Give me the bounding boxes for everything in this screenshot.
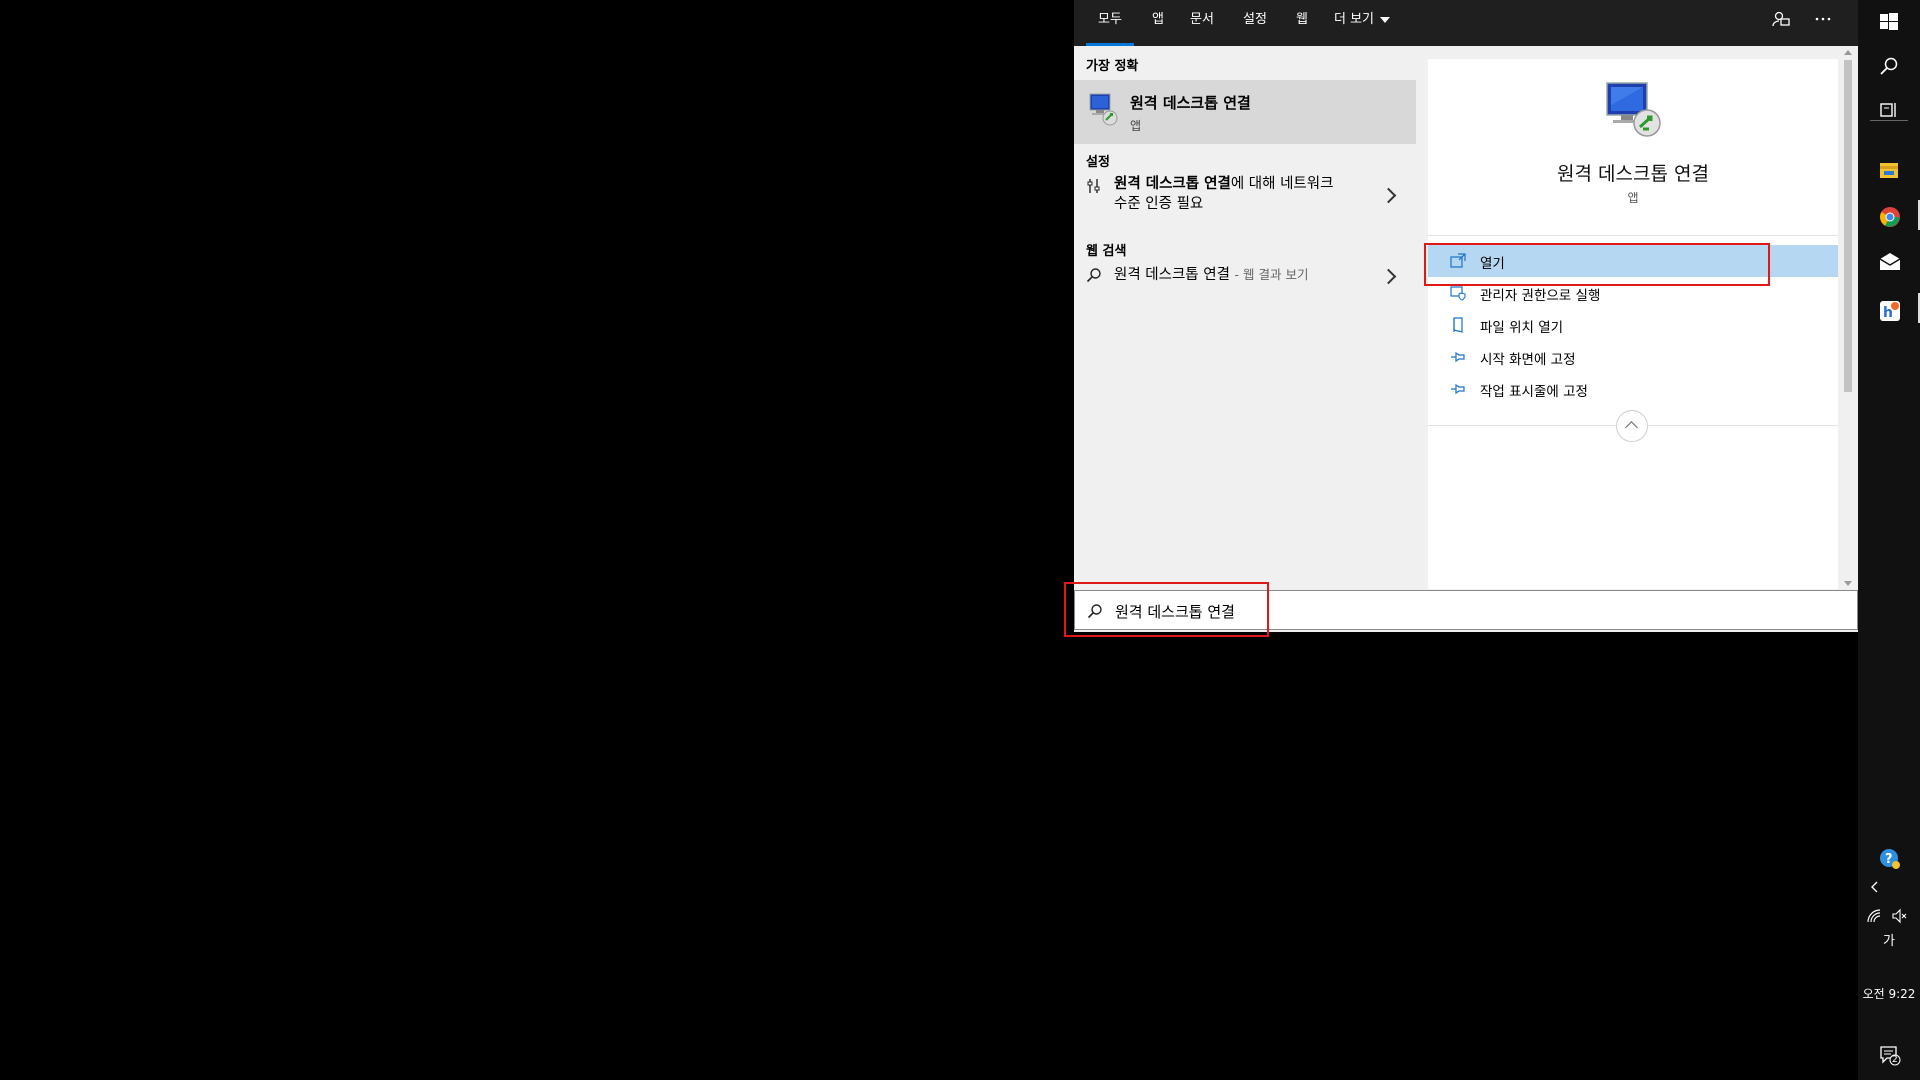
results-scrollbar[interactable] xyxy=(1838,46,1858,588)
mail-icon xyxy=(1879,253,1901,270)
settings-result-line2: 수준 인증 필요 xyxy=(1114,196,1204,212)
taskbar-hancom[interactable]: h xyxy=(1858,288,1920,332)
tab-more-label: 더 보기 xyxy=(1334,12,1375,27)
settings-result-rest: 에 대해 네트워크 xyxy=(1230,176,1334,192)
search-tabs: 모두 앱 문서 설정 웹 더 보기 xyxy=(1074,0,1858,46)
action-pin-to-taskbar-label: 작업 표시줄에 고정 xyxy=(1480,384,1588,400)
search-input[interactable] xyxy=(1113,597,1717,625)
collapse-button[interactable] xyxy=(1616,410,1648,442)
taskbar-mail[interactable] xyxy=(1858,240,1920,284)
tab-all[interactable]: 모두 xyxy=(1086,0,1134,46)
tab-web[interactable]: 웹 xyxy=(1296,0,1308,46)
taskbar-file-explorer[interactable] xyxy=(1858,148,1920,192)
search-icon xyxy=(1087,604,1102,619)
run-as-admin-icon xyxy=(1450,286,1466,301)
action-pin-to-start[interactable]: 시작 화면에 고정 xyxy=(1428,341,1838,373)
clock[interactable]: 오전 9:22 xyxy=(1858,985,1920,1002)
settings-result-item[interactable]: 원격 데스크톱 연결에 대해 네트워크 수준 인증 필요 xyxy=(1074,174,1416,218)
preview-app-type: 앱 xyxy=(1627,191,1639,205)
action-open[interactable]: 열기 xyxy=(1428,245,1838,277)
best-match-name: 원격 데스크톱 연결 xyxy=(1130,94,1251,112)
pin-icon xyxy=(1451,351,1465,363)
settings-result-label: 원격 데스크톱 연결에 대해 네트워크 수준 인증 필요 xyxy=(1114,174,1333,214)
more-options-icon[interactable] xyxy=(1812,10,1834,32)
action-open-file-location[interactable]: 파일 위치 열기 xyxy=(1428,309,1838,341)
caret-down-icon xyxy=(1380,16,1391,23)
taskbar-search-button[interactable] xyxy=(1858,44,1920,88)
file-location-icon xyxy=(1453,317,1463,333)
ime-indicator[interactable]: 가 xyxy=(1858,930,1920,949)
chevron-right-icon xyxy=(1380,187,1397,204)
preview-pane: 원격 데스크톱 연결 앱 열기 관리자 권한으로 실행 파일 위치 열기 시작 … xyxy=(1428,59,1838,589)
preview-app-name: 원격 데스크톱 연결 xyxy=(1557,163,1709,185)
volume-muted-icon xyxy=(1892,908,1907,924)
tab-apps[interactable]: 앱 xyxy=(1152,0,1164,46)
start-button[interactable] xyxy=(1858,0,1920,44)
settings-result-bold: 원격 데스크톱 연결 xyxy=(1114,176,1231,192)
web-result-item[interactable]: 원격 데스크톱 연결 - 웹 결과 보기 xyxy=(1074,262,1416,290)
web-result-suffix: - 웹 결과 보기 xyxy=(1234,267,1309,282)
web-result-query: 원격 데스크톱 연결 xyxy=(1114,267,1230,283)
settings-sliders-icon xyxy=(1087,179,1100,193)
settings-heading: 설정 xyxy=(1086,155,1110,170)
chevron-left-icon xyxy=(1871,881,1878,893)
windows-start-icon xyxy=(1880,13,1898,30)
action-open-label: 열기 xyxy=(1480,256,1505,272)
tab-more[interactable]: 더 보기 xyxy=(1334,0,1391,46)
feedback-icon[interactable] xyxy=(1770,10,1792,32)
web-search-heading: 웹 검색 xyxy=(1086,244,1127,259)
taskbar: h ? 가 오전 9:22 2 xyxy=(1858,0,1920,1080)
results-list: 가장 정확 원격 데스크톱 연결 앱 설정 원격 데스크톱 연결에 대해 네트워… xyxy=(1074,46,1416,588)
chrome-icon xyxy=(1880,207,1900,227)
scroll-up-icon[interactable] xyxy=(1844,50,1852,55)
action-run-as-admin-label: 관리자 권한으로 실행 xyxy=(1480,288,1601,304)
scrollbar-thumb[interactable] xyxy=(1844,60,1852,392)
preview-divider xyxy=(1428,235,1838,236)
best-match-item[interactable]: 원격 데스크톱 연결 앱 xyxy=(1074,80,1416,144)
action-pin-to-taskbar[interactable]: 작업 표시줄에 고정 xyxy=(1428,373,1838,405)
action-center-button[interactable]: 2 xyxy=(1858,1032,1920,1076)
search-flyout: 모두 앱 문서 설정 웹 더 보기 가장 정확 원격 데스크톱 연결 앱 설정 … xyxy=(1074,0,1858,632)
file-explorer-icon xyxy=(1880,163,1898,178)
pin-icon xyxy=(1451,383,1465,395)
tab-documents[interactable]: 문서 xyxy=(1190,0,1214,46)
web-result-label: 원격 데스크톱 연결 - 웹 결과 보기 xyxy=(1114,265,1308,285)
remote-desktop-icon xyxy=(1606,82,1661,137)
best-match-type: 앱 xyxy=(1130,119,1142,133)
search-icon xyxy=(1880,57,1898,75)
task-view-button[interactable] xyxy=(1858,88,1920,132)
scroll-down-icon[interactable] xyxy=(1844,581,1852,586)
taskbar-separator xyxy=(1870,120,1908,121)
tab-settings[interactable]: 설정 xyxy=(1243,0,1267,46)
hancom-icon: h xyxy=(1880,301,1900,321)
task-view-icon xyxy=(1880,103,1896,117)
best-match-heading: 가장 정확 xyxy=(1086,59,1139,74)
action-run-as-admin[interactable]: 관리자 권한으로 실행 xyxy=(1428,277,1838,309)
help-icon: ? xyxy=(1880,849,1900,869)
remote-desktop-icon xyxy=(1089,93,1118,126)
search-box[interactable] xyxy=(1074,590,1858,630)
action-open-file-location-label: 파일 위치 열기 xyxy=(1480,320,1564,336)
network-icon xyxy=(1867,909,1881,923)
taskbar-chrome[interactable] xyxy=(1858,194,1920,238)
search-icon xyxy=(1086,268,1101,283)
action-pin-to-start-label: 시작 화면에 고정 xyxy=(1480,352,1576,368)
chevron-right-icon xyxy=(1380,268,1397,285)
open-icon xyxy=(1450,253,1466,268)
notification-count: 2 xyxy=(1892,1055,1898,1065)
svg-text:?: ? xyxy=(1885,852,1893,867)
